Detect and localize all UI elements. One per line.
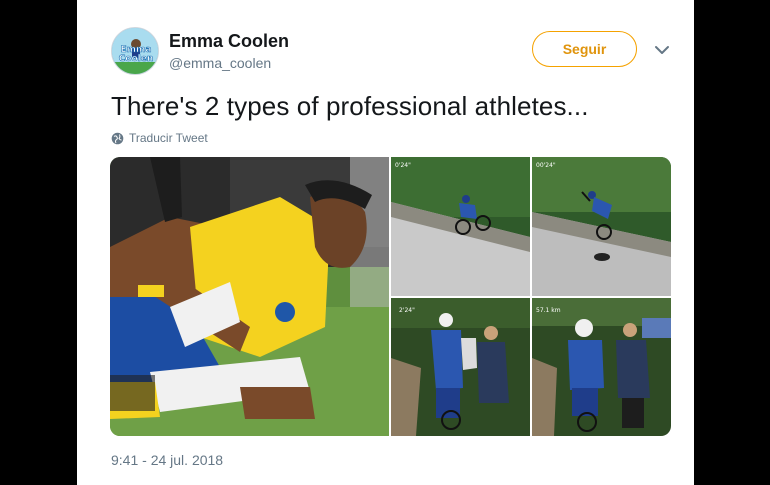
photo-cyclist-recovery-1[interactable]: 2'24" — [391, 298, 530, 436]
display-name[interactable]: Emma Coolen — [169, 31, 289, 52]
overlay-text: 0'24" — [395, 162, 411, 169]
photo-cyclist-crash-1[interactable]: 0'24" — [391, 157, 530, 296]
tweet-card: Emma Coolen Emma Coolen @emma_coolen Seg… — [77, 0, 694, 485]
chevron-down-icon[interactable] — [654, 43, 670, 57]
photo-cyclist-crash-2[interactable]: 00'24" — [532, 157, 671, 296]
translate-tweet-link[interactable]: Traducir Tweet — [111, 131, 208, 145]
media-grid: 0'24" 00'24" 2'24" 57.1 km — [110, 157, 671, 436]
overlay-text: 00'24" — [536, 162, 556, 169]
translate-label: Traducir Tweet — [129, 131, 208, 145]
avatar-text-2: Coolen — [119, 54, 154, 64]
overlay-text: 2'24" — [399, 307, 415, 314]
overlay-text: 57.1 km — [536, 307, 561, 314]
timestamp[interactable]: 9:41 - 24 jul. 2018 — [111, 452, 223, 468]
globe-icon — [111, 132, 124, 144]
photo-soccer[interactable] — [110, 157, 389, 436]
handle[interactable]: @emma_coolen — [169, 55, 271, 71]
avatar[interactable]: Emma Coolen — [111, 27, 159, 75]
tweet-text: There's 2 types of professional athletes… — [111, 91, 589, 121]
photo-cyclist-recovery-2[interactable]: 57.1 km — [532, 298, 671, 436]
follow-button[interactable]: Seguir — [532, 31, 637, 67]
